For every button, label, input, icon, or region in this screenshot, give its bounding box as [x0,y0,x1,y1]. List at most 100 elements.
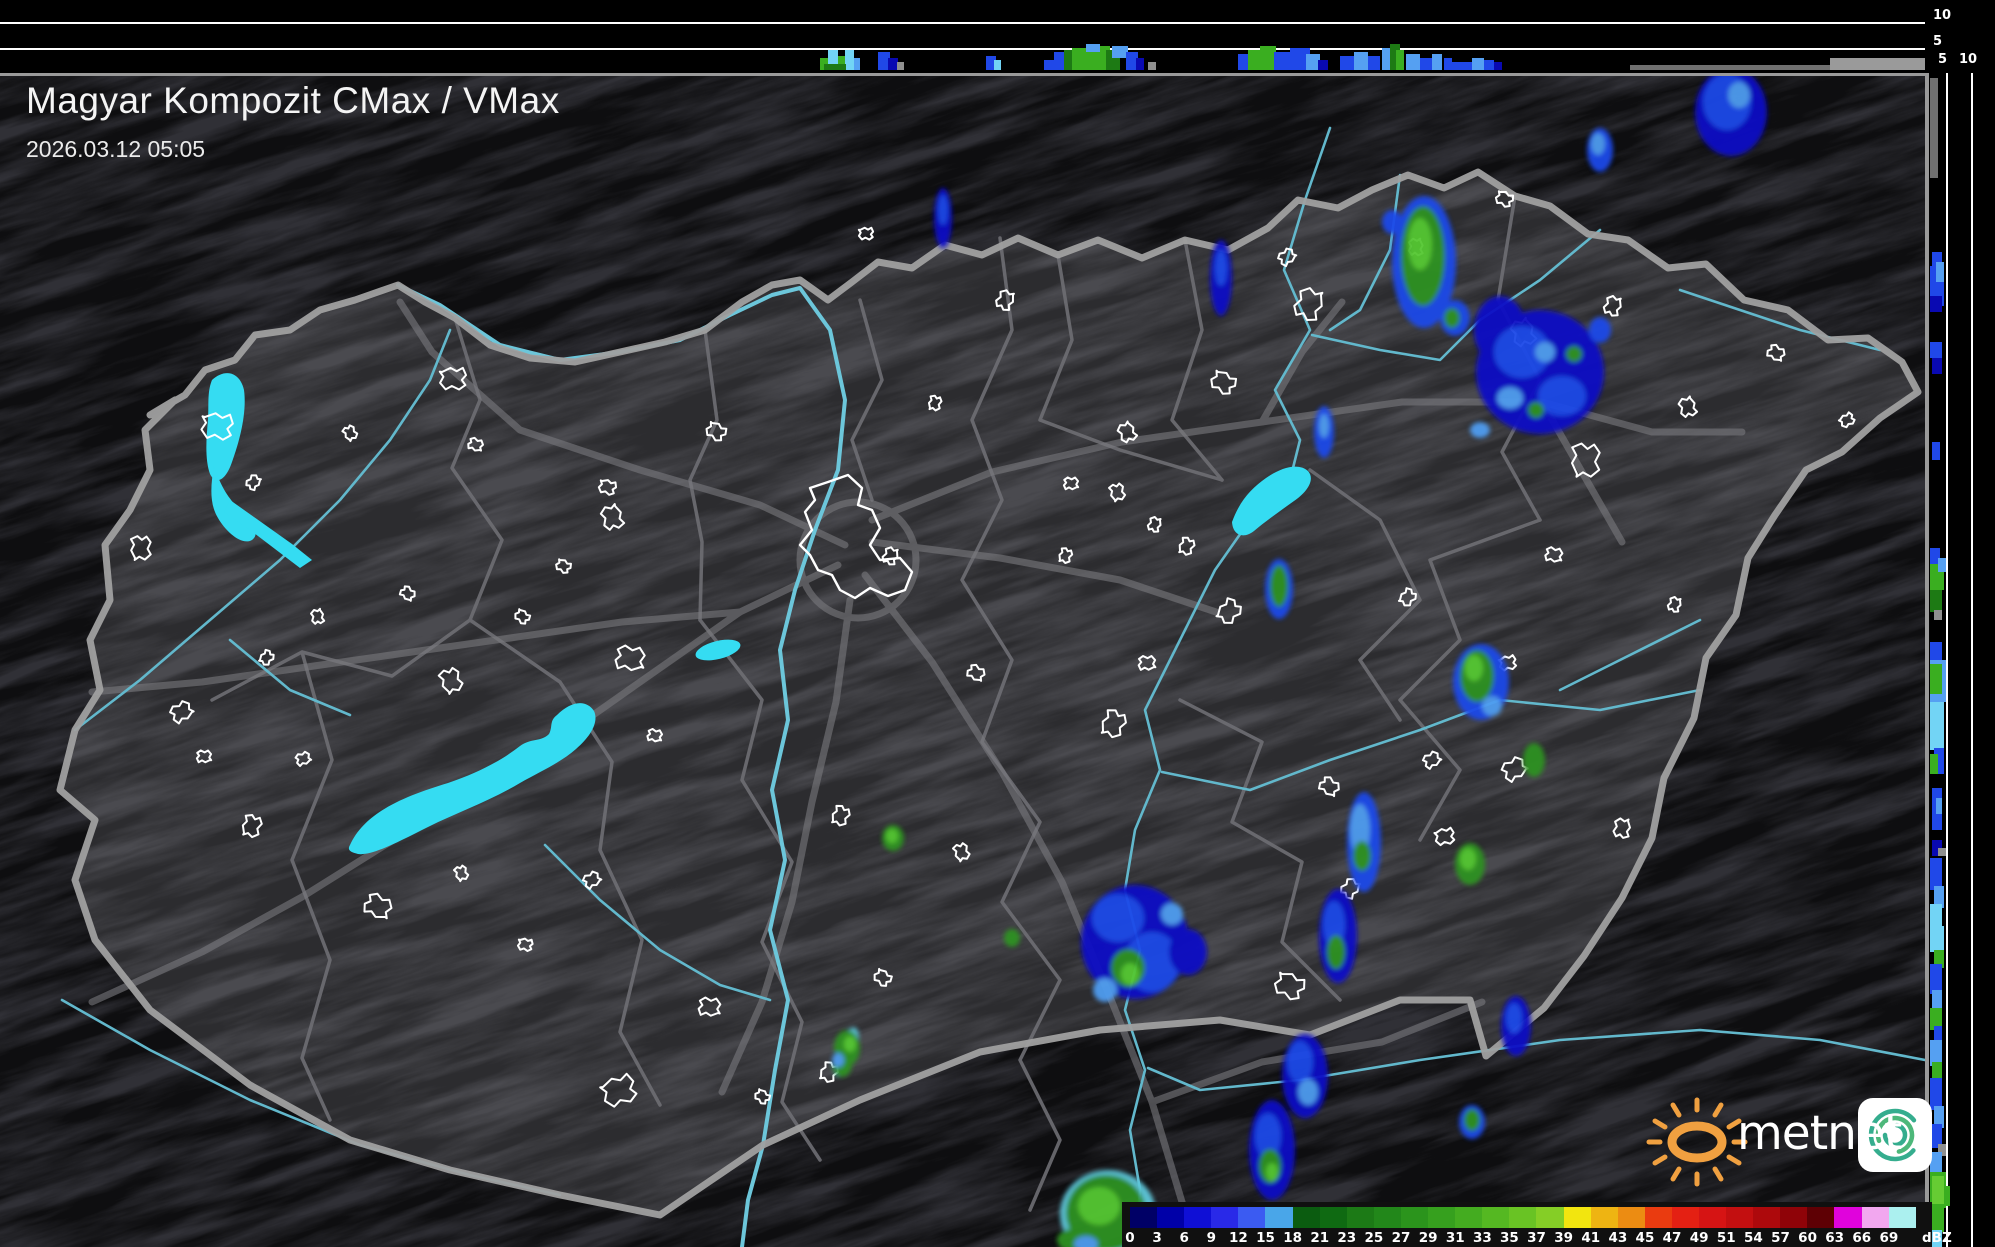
dbz-tick-label: 43 [1608,1230,1627,1246]
right-axis-10km-label: 10 [1959,52,1977,67]
dbz-tick-label: 41 [1581,1230,1600,1246]
right-cross-section-strip [1925,73,1995,1247]
dbz-color-segment [1780,1207,1807,1228]
dbz-tick-label: 54 [1744,1230,1763,1246]
dbz-tick-label: 27 [1392,1230,1411,1246]
dbz-color-segment [1320,1207,1347,1228]
dbz-color-segment [1293,1207,1320,1228]
page-title: Magyar Kompozit CMax / VMax [26,80,560,122]
radar-echo-cell [1093,978,1117,1002]
radar-echo-cell [1523,743,1545,777]
radar-echo-cell [832,1053,844,1067]
dbz-tick-label: 23 [1337,1230,1356,1246]
dbz-color-segment [1265,1207,1292,1228]
radar-echo-cell [886,829,898,843]
radar-echo-cell [1287,1041,1313,1083]
top-strip-10km-line [0,22,1925,24]
radar-echo-cell [1298,1079,1318,1105]
dbz-color-segment [1699,1207,1726,1228]
radar-echo-cell [1121,963,1139,985]
radar-echo-cell [1353,841,1371,871]
radar-echo-cell [1538,376,1586,416]
radar-echo-cell [1566,346,1582,362]
radar-echo-cell [844,1036,856,1052]
dbz-color-segment [1536,1207,1563,1228]
dbz-color-segment [1834,1207,1861,1228]
dbz-color-segment [1482,1207,1509,1228]
dbz-color-segment [1645,1207,1672,1228]
radar-echo-cell [1319,414,1329,438]
top-cross-section-strip [0,0,1925,76]
dbz-color-segment [1428,1207,1455,1228]
radar-echo-cell [1169,929,1207,975]
dbz-color-segment [1672,1207,1699,1228]
radar-echo-cell [1482,696,1502,716]
dbz-color-segment [1238,1207,1265,1228]
dbz-unit-label: dBZ [1922,1230,1952,1246]
radar-echo-cell [1528,402,1544,418]
dbz-tick-label: 9 [1207,1230,1216,1246]
dbz-color-segment [1157,1207,1184,1228]
radar-echo-cell [1589,317,1611,343]
dbz-tick-label: 29 [1419,1230,1438,1246]
dbz-tick-label: 31 [1446,1230,1465,1246]
dbz-tick-label: 39 [1554,1230,1573,1246]
right-axis-5km-label: 5 [1938,52,1947,67]
radar-echo-cell [1266,1163,1278,1181]
dbz-color-segment [1753,1207,1780,1228]
dbz-color-segment [1564,1207,1591,1228]
top-axis-5km-label: 5 [1933,34,1942,49]
dbz-tick-label: 47 [1663,1230,1682,1246]
dbz-tick-label: 35 [1500,1230,1519,1246]
radar-echo-cell [1382,210,1402,234]
axis-corner: 10 5 5 10 [1925,0,1995,73]
radar-echo-cell [1444,308,1460,328]
dbz-tick-label: 51 [1717,1230,1736,1246]
dbz-tick-label: 21 [1310,1230,1329,1246]
radar-composite-page: 10 5 5 10 Magyar Kompozit CMax / VMax 20… [0,0,1995,1247]
dbz-legend: dBZ 036912151821232527293133353739414345… [1122,1202,1932,1247]
radar-echo-cell [1506,1003,1522,1033]
radar-echo-cell [1535,342,1555,362]
dbz-tick-label: 0 [1125,1230,1134,1246]
dbz-color-segment [1130,1207,1157,1228]
dbz-tick-label: 49 [1690,1230,1709,1246]
dbz-tick-label: 12 [1229,1230,1248,1246]
radar-echo-cell [1591,133,1605,155]
radar-echo-cell [1215,250,1227,286]
radar-echo-cell [1327,935,1345,969]
metnet-brand-text: metnet [1737,1106,1901,1161]
dbz-tick-label: 6 [1180,1230,1189,1246]
radar-echo-cell [1270,565,1288,607]
dbz-tick-label: 18 [1283,1230,1302,1246]
radar-echo-cell [1078,1187,1120,1225]
dbz-tick-label: 15 [1256,1230,1275,1246]
dbz-color-segment [1807,1207,1834,1228]
radar-echo-cell [1470,422,1490,438]
radar-echo-cell [1004,929,1020,947]
dbz-tick-label: 33 [1473,1230,1492,1246]
dbz-color-segment [1455,1207,1482,1228]
dbz-color-segment [1347,1207,1374,1228]
right-strip-10km-line [1971,73,1973,1247]
radar-echo-cell [1497,387,1523,409]
metnet-logo[interactable]: metnet [1645,1092,1945,1187]
radar-map [0,0,1995,1247]
dbz-tick-label: 69 [1879,1230,1898,1246]
dbz-color-segment [1618,1207,1645,1228]
dbz-tick-label: 57 [1771,1230,1790,1246]
dbz-color-segment [1211,1207,1238,1228]
radar-echo-cell [1464,1109,1480,1131]
dbz-tick-label: 66 [1852,1230,1871,1246]
dbz-colorbar [1130,1207,1916,1228]
dbz-color-segment [1889,1207,1916,1228]
radar-echo-cell [1161,903,1183,925]
header: Magyar Kompozit CMax / VMax 2026.03.12 0… [26,80,560,163]
radar-echo-cell [1408,218,1432,270]
dbz-color-segment [1726,1207,1753,1228]
sun-icon [1649,1100,1745,1184]
dbz-tick-label: 37 [1527,1230,1546,1246]
dbz-tick-label: 60 [1798,1230,1817,1246]
dbz-color-segment [1401,1207,1428,1228]
dbz-tick-label: 45 [1636,1230,1655,1246]
